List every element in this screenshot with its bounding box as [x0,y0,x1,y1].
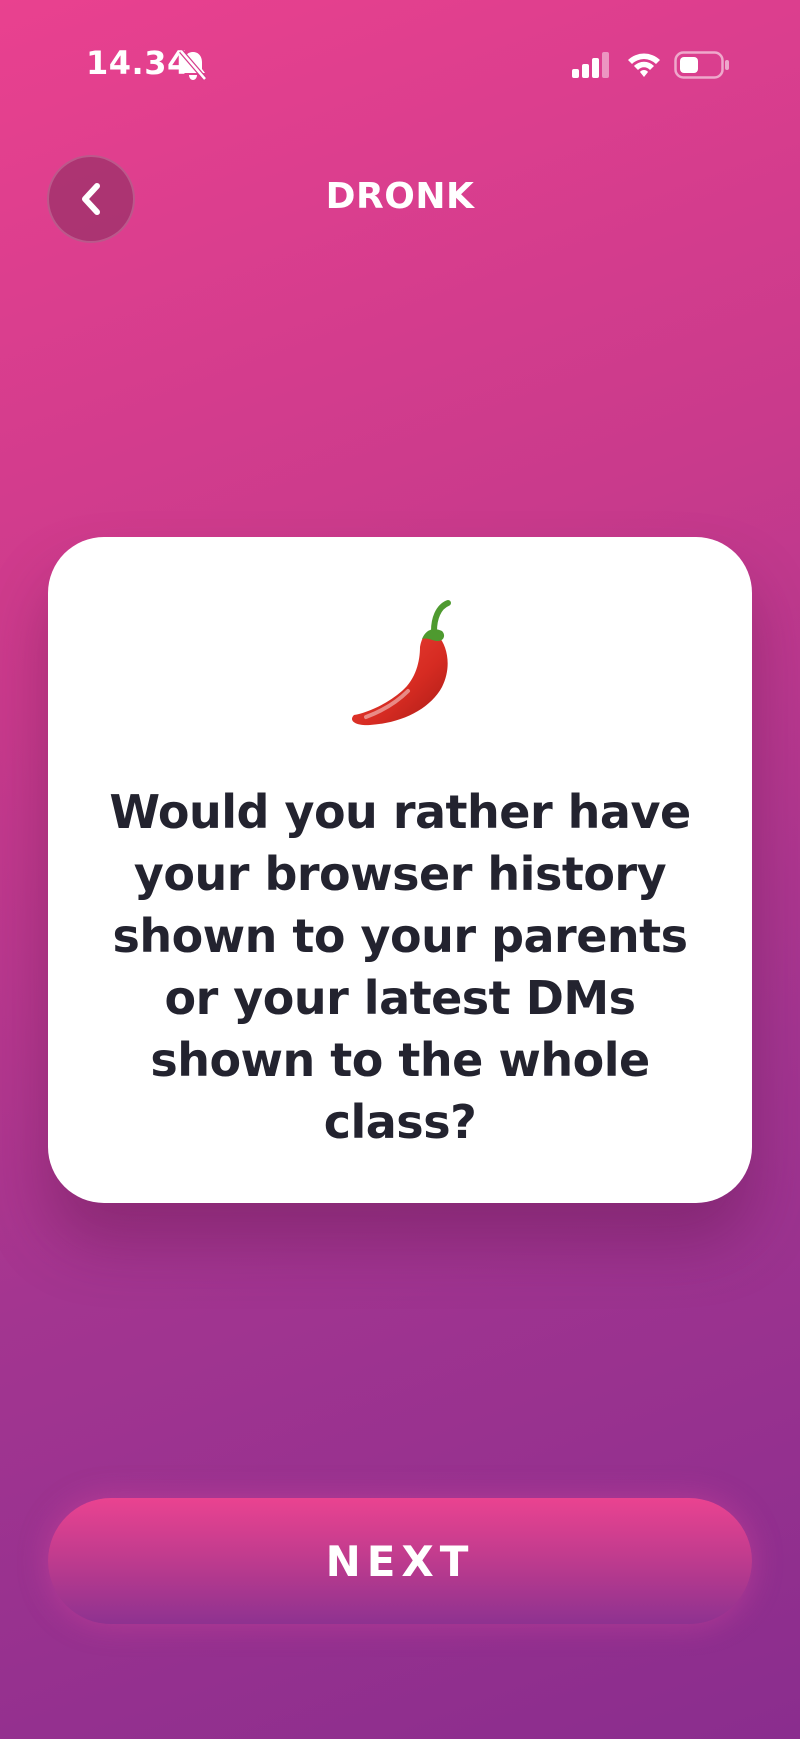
battery-icon [674,50,730,80]
status-bar: 14.34 [0,0,800,120]
page-title: DRONK [325,176,475,217]
next-button-label: NEXT [325,1536,475,1586]
question-card: Would you rather have your browser histo… [48,537,752,1203]
next-button[interactable]: NEXT [48,1498,752,1624]
chili-pepper-icon [330,595,470,735]
status-time: 14.34 [86,44,190,82]
question-text: Would you rather have your browser histo… [109,785,691,1149]
bell-slash-icon [178,48,208,82]
wifi-icon [626,50,662,78]
cellular-signal-icon [572,52,612,78]
